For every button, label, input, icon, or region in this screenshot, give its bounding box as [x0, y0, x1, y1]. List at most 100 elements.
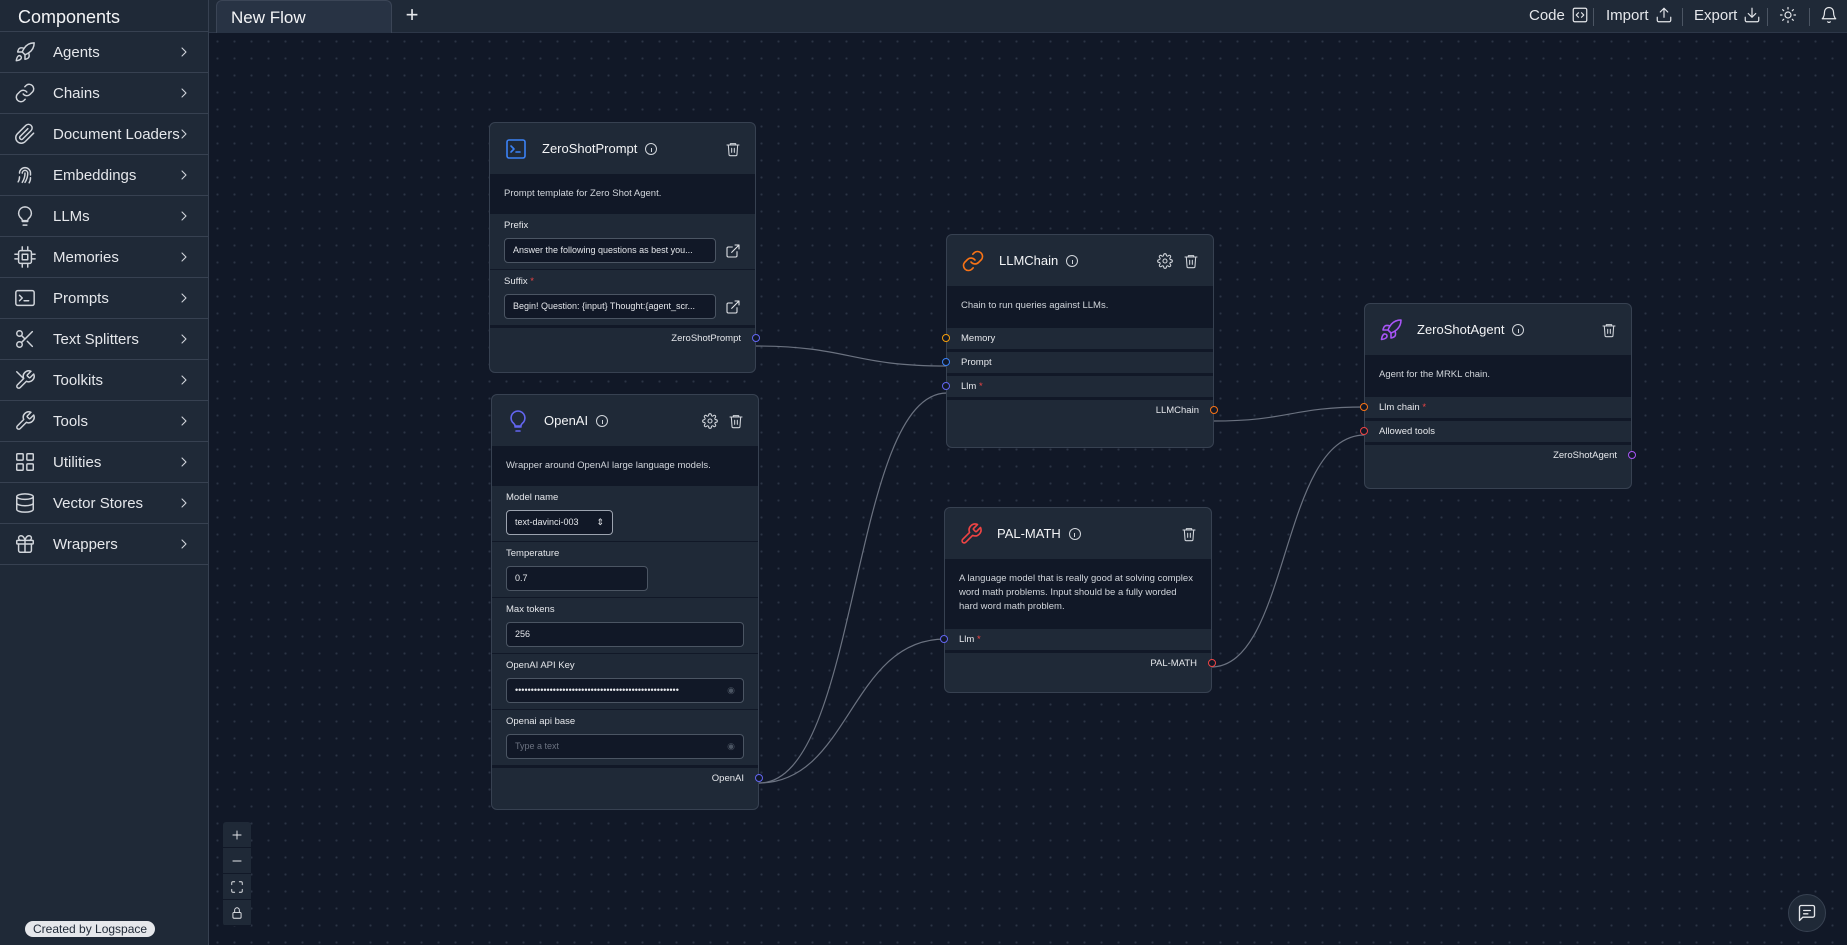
sidebar-item-prompts[interactable]: Prompts [0, 278, 208, 319]
node-description: Chain to run queries against LLMs. [947, 287, 1213, 325]
lock-button[interactable] [223, 900, 251, 926]
prefix-field: Prefix Answer the following questions as… [490, 213, 755, 269]
lock-icon [232, 906, 242, 919]
download-icon [1745, 7, 1760, 23]
info-icon[interactable] [1068, 527, 1081, 540]
sidebar-item-memories[interactable]: Memories [0, 237, 208, 278]
zoom-out-button[interactable] [223, 848, 251, 874]
eye-icon[interactable]: ◉ [727, 685, 735, 696]
allowed-tools-handle[interactable] [1360, 427, 1368, 435]
notifications-button[interactable] [1820, 6, 1838, 24]
sidebar-item-label: Vector Stores [53, 494, 144, 512]
input-handle-row: Memory [942, 325, 1213, 349]
trash-icon[interactable] [728, 413, 744, 429]
rocket-icon [15, 42, 35, 62]
output-label: LLMChain [1155, 405, 1199, 416]
import-button[interactable]: Import [1606, 6, 1673, 24]
suffix-input[interactable]: Begin! Question: {input} Thought:{agent_… [504, 294, 716, 319]
node-description: Prompt template for Zero Shot Agent. [490, 175, 755, 213]
zoom-in-button[interactable] [223, 822, 251, 848]
grid-icon [16, 453, 34, 471]
sidebar-item-llms[interactable]: LLMs [0, 196, 208, 237]
info-icon[interactable] [1066, 254, 1079, 267]
api-key-input[interactable]: ••••••••••••••••••••••••••••••••••••••••… [506, 678, 744, 703]
output-handle-row: ZeroShotAgent [1365, 442, 1636, 466]
output-handle[interactable] [1628, 451, 1636, 459]
llm-chain-handle[interactable] [1360, 403, 1368, 411]
sidebar-item-agents[interactable]: Agents [0, 32, 208, 73]
add-tab-button[interactable]: + [401, 4, 423, 27]
scissors-icon [16, 330, 34, 348]
output-handle[interactable] [752, 334, 760, 342]
sidebar-item-label: Prompts [53, 289, 109, 307]
input-label: Llm [961, 381, 977, 392]
node-header[interactable]: ZeroShotAgent [1365, 304, 1631, 356]
eye-icon[interactable]: ◉ [727, 741, 735, 752]
sidebar-item-text-splitters[interactable]: Text Splitters [0, 319, 208, 360]
info-icon[interactable] [645, 142, 658, 155]
node-header[interactable]: OpenAI [492, 395, 758, 447]
link-icon [961, 249, 985, 273]
gear-icon[interactable] [1157, 252, 1173, 269]
node-header[interactable]: LLMChain [947, 235, 1213, 287]
trash-icon[interactable] [1183, 253, 1199, 269]
chat-button[interactable] [1788, 894, 1826, 932]
flow-canvas[interactable] [209, 33, 1847, 945]
node-palmath[interactable]: PAL-MATH A language model that is really… [940, 507, 1216, 693]
temperature-input[interactable]: 0.7 [506, 566, 648, 591]
api-base-input[interactable]: Type a text ◉ [506, 734, 744, 759]
input-handle-row: Llm * [942, 373, 1213, 397]
prompt-handle[interactable] [942, 358, 950, 366]
node-llmchain[interactable]: LLMChain Chain to run queries against LL… [942, 234, 1218, 448]
sidebar-item-utilities[interactable]: Utilities [0, 442, 208, 483]
sidebar-item-toolkits[interactable]: Toolkits [0, 360, 208, 401]
export-label: Export [1694, 6, 1738, 24]
field-label: Temperature [506, 548, 560, 559]
llm-handle[interactable] [940, 635, 948, 643]
sidebar-item-document-loaders[interactable]: Document Loaders [0, 114, 208, 155]
sidebar-item-embeddings[interactable]: Embeddings [0, 155, 208, 196]
node-header[interactable]: ZeroShotPrompt [490, 123, 755, 175]
gear-icon[interactable] [702, 412, 718, 429]
created-by-badge[interactable]: Created by Logspace [25, 921, 156, 937]
info-icon[interactable] [1512, 323, 1525, 336]
node-header[interactable]: PAL-MATH [945, 508, 1211, 560]
node-title: ZeroShotAgent [1417, 322, 1505, 337]
sun-icon [1779, 6, 1797, 24]
info-icon[interactable] [596, 414, 609, 427]
node-zeroshotprompt[interactable]: ZeroShotPrompt Prompt template for Zero … [489, 122, 760, 373]
max-tokens-input[interactable]: 256 [506, 622, 744, 647]
node-title: LLMChain [999, 253, 1059, 268]
output-handle-row: ZeroShotPrompt [490, 325, 760, 349]
export-button[interactable]: Export [1694, 6, 1761, 24]
output-handle[interactable] [1208, 659, 1216, 667]
input-handle-row: Allowed tools [1360, 418, 1631, 442]
link-icon [15, 83, 35, 103]
trash-icon[interactable] [1601, 322, 1617, 338]
tab-new-flow[interactable]: New Flow [216, 0, 392, 33]
node-openai[interactable]: OpenAI Wrapper around OpenAI large langu… [491, 394, 763, 810]
chevron-right-icon [181, 334, 187, 344]
code-button[interactable]: Code [1529, 6, 1589, 24]
sidebar-item-wrappers[interactable]: Wrappers [0, 524, 208, 565]
sidebar-item-vector-stores[interactable]: Vector Stores [0, 483, 208, 524]
trash-icon[interactable] [725, 141, 741, 157]
theme-toggle-button[interactable] [1779, 6, 1797, 24]
external-link-icon[interactable] [725, 243, 741, 259]
suffix-field: Suffix * Begin! Question: {input} Though… [490, 269, 755, 325]
gift-icon [16, 535, 34, 553]
fit-view-button[interactable] [223, 874, 251, 900]
node-zeroshotagent[interactable]: ZeroShotAgent Agent for the MRKL chain. … [1360, 303, 1636, 489]
llm-handle[interactable] [942, 382, 950, 390]
output-handle[interactable] [755, 774, 763, 782]
model-name-select[interactable]: text-davinci-003 ⇕ [506, 510, 613, 535]
chevron-right-icon [181, 170, 187, 180]
output-handle[interactable] [1210, 406, 1218, 414]
required-mark: * [530, 276, 534, 287]
sidebar-item-tools[interactable]: Tools [0, 401, 208, 442]
prefix-input[interactable]: Answer the following questions as best y… [504, 238, 716, 263]
memory-handle[interactable] [942, 334, 950, 342]
external-link-icon[interactable] [725, 299, 741, 315]
trash-icon[interactable] [1181, 526, 1197, 542]
sidebar-item-chains[interactable]: Chains [0, 73, 208, 114]
